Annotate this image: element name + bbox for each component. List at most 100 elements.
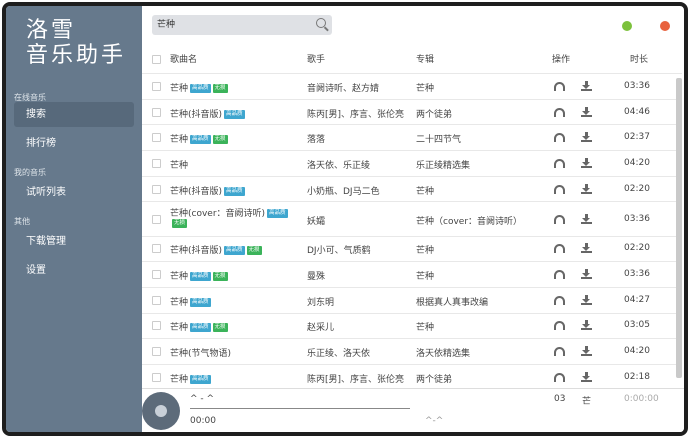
- search-icon[interactable]: [316, 18, 326, 28]
- row-checkbox[interactable]: [152, 158, 161, 168]
- select-all-checkbox[interactable]: [152, 55, 161, 64]
- song-title: 芒种: [170, 374, 189, 385]
- tag-lossless: 无损: [212, 135, 228, 145]
- search-input[interactable]: 芒种: [152, 15, 332, 35]
- tag-high-quality: 高品质: [267, 208, 288, 218]
- headphones-icon[interactable]: [554, 244, 565, 254]
- download-icon[interactable]: [581, 371, 592, 382]
- song-title: 芒种: [170, 297, 189, 308]
- player-time: 00:00: [190, 416, 216, 426]
- song-album: 芒种（cover：音阙诗听）: [416, 216, 523, 227]
- sidebar-item-downloads[interactable]: 下载管理: [14, 229, 134, 254]
- table-row[interactable]: 芒种(抖音版) 高品质 小奶瓶、DJ马二色 芒种 02:20: [142, 177, 682, 203]
- song-title: 芒种(cover：音阙诗听): [170, 208, 266, 219]
- headphones-icon[interactable]: [554, 133, 565, 143]
- song-duration: 03:36: [624, 213, 650, 224]
- sidebar-item-charts[interactable]: 排行榜: [14, 131, 134, 156]
- song-singer: 音阙诗听、赵方婧: [307, 83, 380, 94]
- headphones-icon[interactable]: [554, 295, 565, 305]
- song-album: 乐正绫精选集: [416, 160, 471, 171]
- player-title: ^ - ^: [190, 394, 215, 404]
- table-row[interactable]: 芒种 高品质 刘东明 根据真人真事改编 04:27: [142, 288, 682, 314]
- table-row[interactable]: 芒种 高品质 无损 音阙诗听、赵方婧 芒种 03:36: [142, 74, 682, 100]
- main-panel: 芒种 歌曲名 歌手 专辑 操作 时长 芒种 高品质 无损 音阙诗听、赵方婧 芒种 0…: [142, 6, 684, 432]
- table-row[interactable]: 芒种 洛天依、乐正绫 乐正绫精选集 04:20: [142, 151, 682, 177]
- row-checkbox[interactable]: [152, 295, 161, 305]
- download-icon[interactable]: [581, 346, 592, 357]
- tag-high-quality: 高品质: [224, 246, 245, 256]
- download-icon[interactable]: [581, 213, 592, 224]
- headphones-icon[interactable]: [554, 321, 565, 331]
- row-checkbox[interactable]: [152, 270, 161, 280]
- headphones-icon[interactable]: [554, 81, 565, 91]
- song-singer: 落落: [307, 135, 326, 146]
- row-checkbox[interactable]: [152, 107, 161, 117]
- header-duration: 时长: [630, 55, 649, 65]
- song-duration: 03:36: [624, 269, 650, 280]
- song-album: 芒种: [416, 323, 435, 334]
- sidebar-item-settings[interactable]: 设置: [14, 258, 134, 283]
- song-duration: 02:37: [624, 132, 650, 143]
- player-singer: ^-^: [425, 416, 444, 426]
- headphones-icon[interactable]: [554, 184, 565, 194]
- song-album: 芒种: [416, 186, 435, 197]
- song-singer: 陈丙[男]、序言、张伦亮: [307, 374, 405, 385]
- tag-high-quality: 高品质: [224, 186, 245, 196]
- row-checkbox[interactable]: [152, 214, 161, 224]
- song-title: 芒种(抖音版): [170, 109, 223, 120]
- headphones-icon[interactable]: [554, 270, 565, 280]
- table-row[interactable]: 芒种(cover：音阙诗听) 高品质 无损 妖孀 芒种（cover：音阙诗听） 03…: [142, 203, 682, 237]
- tag-high-quality: 高品质: [190, 83, 211, 93]
- headphones-icon[interactable]: [554, 107, 565, 117]
- header-ops: 操作: [552, 55, 571, 65]
- minimize-button[interactable]: [622, 21, 632, 31]
- song-singer: 刘东明: [307, 297, 335, 308]
- table-row[interactable]: 芒种(节气物语) 乐正绫、洛天依 洛天依精选集 04:20: [142, 339, 682, 365]
- row-checkbox[interactable]: [152, 184, 161, 194]
- download-icon[interactable]: [581, 157, 592, 168]
- row-checkbox[interactable]: [152, 133, 161, 143]
- progress-bar[interactable]: [190, 408, 410, 409]
- headphones-icon[interactable]: [554, 372, 565, 382]
- download-icon[interactable]: [581, 183, 592, 194]
- scrollbar[interactable]: [676, 78, 682, 378]
- table-row[interactable]: 芒种(抖音版) 高品质 陈丙[男]、序言、张伦亮 两个徒弟 04:46: [142, 100, 682, 126]
- song-name: 芒种 高品质 无损: [170, 132, 228, 145]
- headphones-icon[interactable]: [554, 347, 565, 357]
- row-checkbox[interactable]: [152, 321, 161, 331]
- tag-high-quality: 高品质: [190, 272, 211, 282]
- close-button[interactable]: [660, 21, 670, 31]
- sidebar-item-search[interactable]: 搜索: [14, 102, 134, 127]
- table-row[interactable]: 芒种 高品质 无损 曼殊 芒种 03:36: [142, 262, 682, 288]
- download-icon[interactable]: [581, 106, 592, 117]
- download-icon[interactable]: [581, 243, 592, 254]
- download-icon[interactable]: [581, 269, 592, 280]
- tag-high-quality: 高品质: [190, 323, 211, 333]
- row-checkbox[interactable]: [152, 244, 161, 254]
- download-icon[interactable]: [581, 320, 592, 331]
- table-row[interactable]: 芒种 高品质 无损 落落 二十四节气 02:37: [142, 125, 682, 152]
- song-duration: 02:18: [624, 371, 650, 382]
- download-icon[interactable]: [581, 132, 592, 143]
- table-row[interactable]: 芒种 高品质 陈丙[男]、序言、张伦亮 两个徒弟 02:18: [142, 365, 682, 391]
- song-name: 芒种(cover：音阙诗听) 高品质 无损: [170, 206, 288, 229]
- row-checkbox[interactable]: [152, 372, 161, 382]
- player-extra1: 03: [554, 394, 566, 404]
- app-logo: 洛雪 音乐助手: [26, 18, 126, 68]
- row-checkbox[interactable]: [152, 81, 161, 91]
- download-icon[interactable]: [581, 80, 592, 91]
- download-icon[interactable]: [581, 294, 592, 305]
- tag-high-quality: 高品质: [224, 109, 245, 119]
- headphones-icon[interactable]: [554, 214, 565, 224]
- song-name: 芒种(抖音版) 高品质: [170, 107, 245, 120]
- row-checkbox[interactable]: [152, 347, 161, 357]
- table-row[interactable]: 芒种 高品质 无损 赵采儿 芒种 03:05: [142, 314, 682, 340]
- headphones-icon[interactable]: [554, 158, 565, 168]
- song-name: 芒种 高品质 无损: [170, 269, 228, 282]
- table-row[interactable]: 芒种(抖音版) 高品质 无损 DJ小可、气质鹤 芒种 02:20: [142, 237, 682, 263]
- song-singer: 曼殊: [307, 272, 326, 283]
- song-album: 根据真人真事改编: [416, 297, 489, 308]
- song-name: 芒种 高品质: [170, 295, 211, 308]
- sidebar-item-playlist[interactable]: 试听列表: [14, 180, 134, 205]
- tag-lossless: 无损: [246, 246, 262, 256]
